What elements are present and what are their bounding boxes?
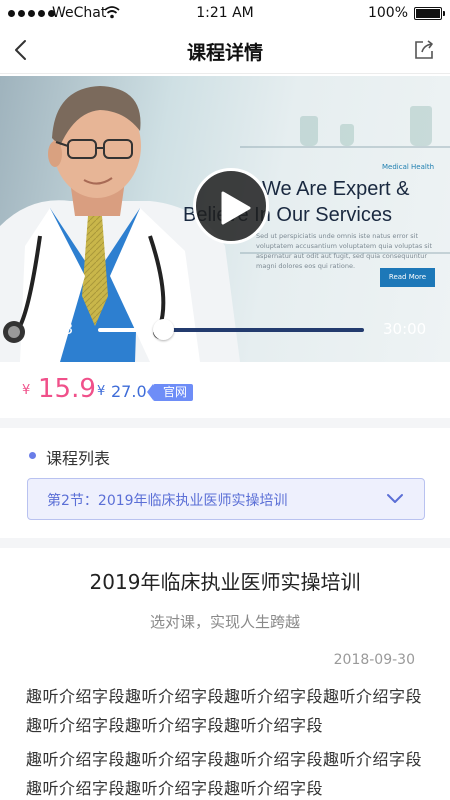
play-button[interactable] <box>193 168 269 244</box>
selected-chapter: 第2节：2019年临床执业医师实操培训 <box>47 493 288 509</box>
official-site-tag: 官网 <box>146 384 194 401</box>
poster-headline-line1: We Are Expert & <box>262 178 410 200</box>
chevron-down-icon <box>387 494 403 503</box>
poster-read-more-button: Read More <box>380 268 435 287</box>
course-title: 2019年临床执业医师实操培训 <box>89 570 361 594</box>
total-time: 30:00 <box>383 320 427 338</box>
poster-body-text: Sed ut perspiciatis unde omnis iste natu… <box>256 232 433 270</box>
price-currency: ¥ <box>22 383 31 398</box>
intro-paragraph: 趣听介绍字段趣听介绍字段趣听介绍字段趣听介绍字段趣听介绍字段趣听介绍字段趣听介绍… <box>26 750 423 798</box>
publish-date: 2018-09-30 <box>333 652 415 668</box>
course-list-heading: 课程列表 <box>46 449 111 468</box>
original-price: 27.0 <box>111 382 147 401</box>
section-dot-icon <box>29 452 36 459</box>
share-icon[interactable] <box>412 38 436 62</box>
current-time: 07:23 <box>30 320 74 338</box>
original-price-currency: ¥ <box>97 384 106 399</box>
poster-eyebrow: Medical Health <box>382 163 435 171</box>
background-shelf <box>240 146 450 148</box>
play-icon <box>221 191 251 225</box>
background-bottle <box>410 106 432 146</box>
poster-headline: We Are Expert & Believe In Our Services <box>183 176 410 228</box>
intro-paragraph: 趣听介绍字段趣听介绍字段趣听介绍字段趣听介绍字段趣听介绍字段趣听介绍字段趣听介绍… <box>26 687 423 735</box>
battery-icon <box>414 7 445 20</box>
price-row: ¥ 15.9 ¥ 27.0 官网 <box>0 362 450 418</box>
section-divider <box>0 418 450 428</box>
chapter-dropdown[interactable]: 第2节：2019年临床执业医师实操培训 <box>27 478 425 520</box>
current-price: 15.9 <box>38 374 96 404</box>
background-bottle <box>340 124 354 146</box>
status-bar: WeChat 1:21 AM 100% <box>0 0 450 28</box>
battery-percentage: 100% <box>367 5 408 21</box>
video-player[interactable]: Medical Health We Are Expert & Believe I… <box>0 76 450 362</box>
section-divider <box>0 538 450 548</box>
background-bottle <box>300 116 318 146</box>
page-title: 课程详情 <box>186 42 263 64</box>
navigation-bar: 课程详情 <box>0 28 450 74</box>
course-subtitle: 选对课，实现人生跨越 <box>149 613 300 631</box>
